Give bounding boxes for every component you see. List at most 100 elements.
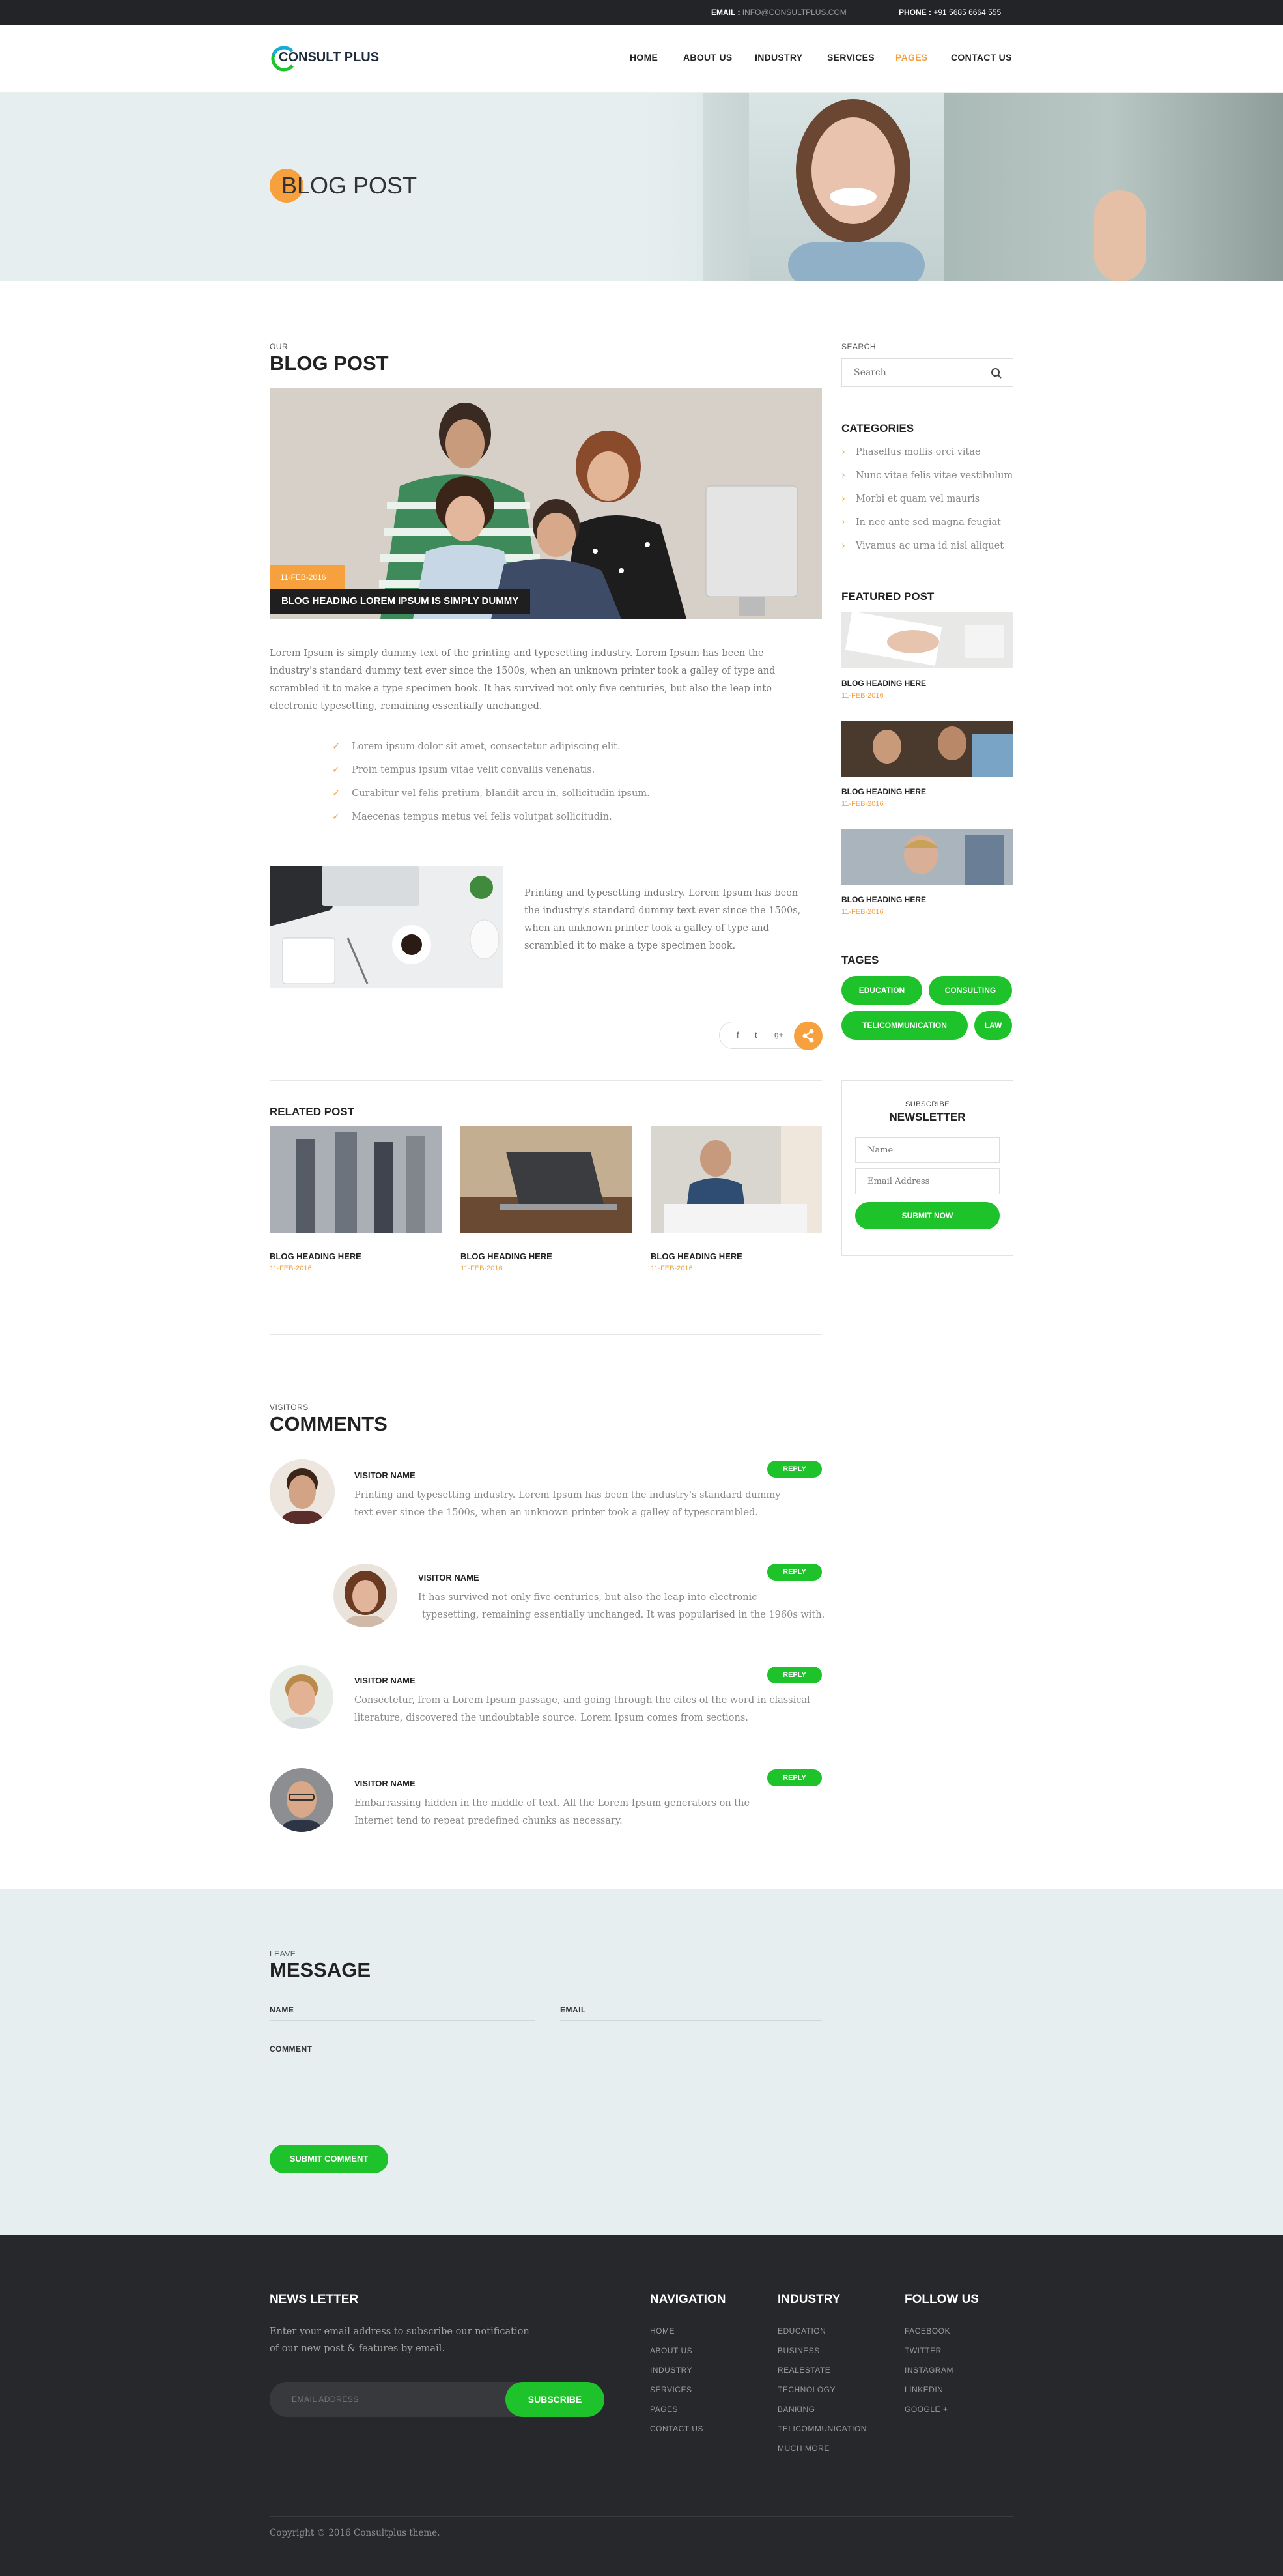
featured-heading-3[interactable]: BLOG HEADING HERE <box>841 895 926 904</box>
footer-follow-linkedin[interactable]: LINKEDIN <box>905 2385 943 2394</box>
nav-home[interactable]: HOME <box>630 52 658 63</box>
footer-follow-twitter[interactable]: TWITTER <box>905 2346 942 2355</box>
visitor-portrait <box>270 1459 335 1524</box>
category-item[interactable]: › In nec ante sed magna feugiat <box>841 517 1001 528</box>
visitor-name: VISITOR NAME <box>354 1470 416 1480</box>
footer-navigation-title: NAVIGATION <box>650 2293 726 2306</box>
featured-heading-2[interactable]: BLOG HEADING HERE <box>841 787 926 796</box>
desk-image[interactable] <box>270 866 503 988</box>
footer-industry-banking[interactable]: BANKING <box>778 2405 815 2414</box>
footer-nav-services[interactable]: SERVICES <box>650 2385 692 2394</box>
message-eyebrow: LEAVE <box>270 1949 296 1958</box>
category-item[interactable]: › Nunc vitae felis vitae vestibulum <box>841 470 1013 481</box>
hero-title: BLOG POST <box>281 172 417 199</box>
related-heading-3[interactable]: BLOG HEADING HERE <box>651 1252 742 1261</box>
featured-image-2[interactable] <box>841 721 1013 777</box>
featured-heading-1[interactable]: BLOG HEADING HERE <box>841 679 926 688</box>
reply-button[interactable]: REPLY <box>767 1564 822 1581</box>
reply-button[interactable]: REPLY <box>767 1461 822 1478</box>
category-item[interactable]: › Morbi et quam vel mauris <box>841 494 980 504</box>
footer-email-input[interactable] <box>270 2382 504 2417</box>
featured-date-2: 11-FEB-2016 <box>841 800 884 808</box>
category-item[interactable]: › Vivamus ac urna id nisl aliquet <box>841 541 1004 551</box>
related-heading-2[interactable]: BLOG HEADING HERE <box>460 1252 552 1261</box>
newsletter-name-input[interactable] <box>855 1137 1000 1163</box>
email-input[interactable] <box>560 1999 822 2021</box>
main-header: CONSULT PLUS HOME ABOUT US INDUSTRY SERV… <box>0 25 1283 93</box>
related-image-3[interactable] <box>651 1126 822 1233</box>
divider <box>270 1080 822 1081</box>
nav-pages[interactable]: PAGES <box>895 52 927 63</box>
checklist-text: Maecenas tempus metus vel felis volutpat… <box>352 812 612 822</box>
email-link[interactable]: INFO@CONSULTPLUS.COM <box>742 8 847 17</box>
footer-nav-about-us[interactable]: ABOUT US <box>650 2346 692 2355</box>
checklist-text: Lorem ipsum dolor sit amet, consectetur … <box>352 741 621 752</box>
footer-industry-telicommunication[interactable]: TELICOMMUNICATION <box>778 2424 867 2433</box>
walking-people-illustration <box>270 1126 442 1233</box>
name-input[interactable] <box>270 1999 535 2021</box>
tag-law[interactable]: LAW <box>974 1011 1012 1040</box>
footer-follow-facebook[interactable]: FACEBOOK <box>905 2326 950 2336</box>
newsletter-title: NEWSLETTER <box>889 1111 966 1123</box>
tag-education[interactable]: EDUCATION <box>841 976 922 1005</box>
footer-nav-contact-us[interactable]: CONTACT US <box>650 2424 703 2433</box>
featured-image-1[interactable] <box>841 612 1013 668</box>
blog-featured-image[interactable]: 11-FEB-2016 BLOG HEADING LOREM IPSUM IS … <box>270 388 822 619</box>
tag-telicommunication[interactable]: TELICOMMUNICATION <box>841 1011 968 1040</box>
search-icon[interactable] <box>991 367 1002 379</box>
search-label: SEARCH <box>841 342 877 351</box>
share-icon[interactable] <box>794 1022 823 1050</box>
comment-text: Consectetur, from a Lorem Ipsum passage,… <box>354 1692 810 1727</box>
writing-illustration <box>841 612 1013 668</box>
featured-image-3[interactable] <box>841 829 1013 885</box>
comment-text: It has survived not only five centuries,… <box>418 1589 825 1624</box>
footer-nav-home[interactable]: HOME <box>650 2326 675 2336</box>
share-bar: f t g+ <box>719 1022 823 1050</box>
footer-industry-technology[interactable]: TECHNOLOGY <box>778 2385 836 2394</box>
copyright: Copyright © 2016 Consultplus theme. <box>270 2528 440 2538</box>
submit-comment-button[interactable]: SUBMIT COMMENT <box>270 2145 388 2173</box>
nav-contact-us[interactable]: CONTACT US <box>951 52 1012 63</box>
comments-title: COMMENTS <box>270 1412 388 1435</box>
related-image-1[interactable] <box>270 1126 442 1233</box>
facebook-icon[interactable]: f <box>737 1030 739 1040</box>
newsletter-submit-button[interactable]: SUBMIT NOW <box>855 1202 1000 1229</box>
blog-paragraph: Lorem Ipsum is simply dummy text of the … <box>270 648 776 711</box>
footer-follow-google-plus[interactable]: GOOGLE + <box>905 2405 948 2414</box>
footer-subscribe-button[interactable]: SUBSCRIBE <box>505 2382 604 2417</box>
footer-industry-business[interactable]: BUSINESS <box>778 2346 820 2355</box>
comments-eyebrow: VISITORS <box>270 1403 309 1412</box>
nav-services[interactable]: SERVICES <box>827 52 875 63</box>
footer-newsletter-title: NEWS LETTER <box>270 2293 359 2306</box>
tag-consulting[interactable]: CONSULTING <box>929 976 1012 1005</box>
related-heading-1[interactable]: BLOG HEADING HERE <box>270 1252 361 1261</box>
footer-nav-industry[interactable]: INDUSTRY <box>650 2366 692 2375</box>
phone-info: PHONE : +91 5685 6664 555 <box>899 0 1001 25</box>
footer-follow-instagram[interactable]: INSTAGRAM <box>905 2366 953 2375</box>
nav-about-us[interactable]: ABOUT US <box>683 52 733 63</box>
visitor-portrait <box>333 1564 397 1627</box>
related-image-2[interactable] <box>460 1126 632 1233</box>
checklist-text: Curabitur vel felis pretium, blandit arc… <box>352 788 650 799</box>
footer-industry-realestate[interactable]: REALESTATE <box>778 2366 830 2375</box>
footer-industry-education[interactable]: EDUCATION <box>778 2326 826 2336</box>
visitor-portrait <box>270 1665 333 1729</box>
newsletter-email-input[interactable] <box>855 1168 1000 1194</box>
comment-textarea[interactable] <box>270 2039 822 2125</box>
category-item[interactable]: › Phasellus mollis orci vitae <box>841 447 981 457</box>
hero-woman-image <box>788 99 925 281</box>
nav-industry[interactable]: INDUSTRY <box>755 52 802 63</box>
footer-industry-much-more[interactable]: MUCH MORE <box>778 2444 830 2453</box>
avatar <box>270 1768 333 1832</box>
image-heading-overlay[interactable]: BLOG HEADING LOREM IPSUM IS SIMPLY DUMMY <box>270 589 531 614</box>
search-input[interactable] <box>842 359 985 386</box>
footer-subscribe-form: SUBSCRIBE <box>270 2382 604 2417</box>
google-plus-icon[interactable]: g+ <box>774 1030 783 1039</box>
footer-nav-pages[interactable]: PAGES <box>650 2405 678 2414</box>
reply-button[interactable]: REPLY <box>767 1667 822 1683</box>
footer-newsletter-line: Enter your email address to subscribe ou… <box>270 2326 529 2337</box>
chevron-right-icon: › <box>841 447 845 457</box>
featured-date-1: 11-FEB-2016 <box>841 692 884 700</box>
reply-button[interactable]: REPLY <box>767 1769 822 1786</box>
twitter-icon[interactable]: t <box>755 1030 757 1040</box>
